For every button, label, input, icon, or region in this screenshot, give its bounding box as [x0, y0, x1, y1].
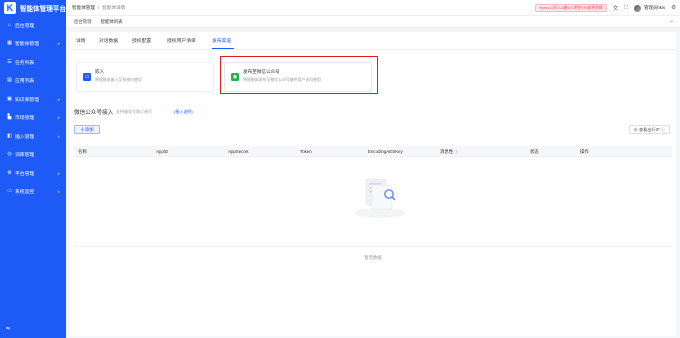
sidebar-item-backend[interactable]: ⌂ 后台管理 — [0, 16, 66, 35]
settings-icon[interactable]: ⚙ — [671, 5, 676, 11]
chevron-down-icon: ∨ — [57, 189, 60, 195]
sidebar-item-label: 平台管理 — [15, 171, 35, 177]
sidebar-item-label: 插入管理 — [15, 134, 35, 140]
key-expiry-badge[interactable]: Kymo11开OJ4匿571密钥计4前将到期 — [535, 4, 607, 12]
home-icon: ⌂ — [7, 21, 12, 28]
sidebar-item-label: 市场管理 — [15, 116, 35, 122]
app-name: 智能体管理平台 — [19, 6, 66, 13]
tab-auth-users[interactable]: 授权用户清单 — [167, 37, 196, 44]
column-header-token: Token — [300, 149, 312, 154]
sidebar-item-monitor[interactable]: ▭ 系统监控 ∨ — [0, 183, 66, 202]
ip-icon: ⊕ — [633, 127, 638, 132]
sidebar-item-knowledge[interactable]: ▣ 知识库管理 ∨ — [0, 90, 66, 109]
column-header-encodingaeskey: EncodingAESKey — [368, 149, 403, 154]
sidebar-item-tasks[interactable]: ☰ 任务列表 — [0, 53, 66, 72]
book-icon: ▣ — [7, 95, 12, 102]
lexicon-icon: ◎ — [7, 151, 12, 158]
embed-option-card[interactable]: ▭ 嵌入 将智能体嵌入至系统内使用 — [76, 62, 214, 92]
wechat-icon: ◉ — [231, 73, 239, 81]
monitor-icon: ▭ — [7, 188, 12, 195]
translate-icon[interactable]: 文 — [613, 4, 619, 12]
page-tab-agent-list[interactable]: 智能体列表 — [98, 19, 126, 25]
table-header: 名称 AppID AppSecret Token EncodingAESKey … — [74, 146, 672, 157]
column-header-status: 状态 — [530, 149, 539, 154]
topbar: 智能体管理 / 智能体详情 Kymo11开OJ4匿571密钥计4前将到期 文 ⛶ 管… — [66, 0, 680, 16]
list-icon: ☰ — [7, 58, 12, 65]
column-header-message: 消息性ⓘ — [440, 149, 458, 155]
table-empty-state: 暂无数据 — [74, 157, 672, 260]
sidebar-item-apps[interactable]: ▤ 应用列表 — [0, 72, 66, 91]
integration-guide-link[interactable]: (接入说明) — [174, 109, 193, 115]
wechat-publish-option-card[interactable]: ◉ 发布至微信公众号 将智能体发布至微信公众号端供用户访问使用 — [224, 62, 372, 92]
sidebar-item-platform[interactable]: ⚙ 平台管理 ∨ — [0, 164, 66, 183]
sidebar-item-plugins[interactable]: ◧ 插入管理 ∨ — [0, 127, 66, 146]
tab-conversation-data[interactable]: 对话数据 — [99, 37, 118, 44]
detail-tabs: 详情 对话数据 授权配置 授权用户清单 发布渠道 — [70, 32, 676, 50]
sidebar-item-label: 系统监控 — [15, 190, 35, 196]
sidebar-item-lexicon[interactable]: ◎ 词库管理 — [0, 146, 66, 165]
breadcrumb: 智能体管理 / 智能体详情 — [66, 5, 125, 11]
option-description: 将智能体发布至微信公众号端供用户访问使用 — [243, 77, 321, 82]
view-outbound-ip-button[interactable]: ⊕ 查看出行IP ⓘ — [628, 125, 670, 134]
chevron-down-icon: ∨ — [57, 96, 60, 102]
logo-mark-icon: K — [4, 2, 16, 14]
option-description: 将智能体嵌入至系统内使用 — [95, 77, 142, 82]
sidebar-item-label: 应用列表 — [15, 79, 35, 85]
integration-guide-link-label: 接入说明 — [175, 109, 192, 114]
topbar-actions: Kymo11开OJ4匿571密钥计4前将到期 文 ⛶ 管理员hkis ⚙ — [535, 3, 676, 13]
section-title: 微信公众号接入 — [74, 110, 114, 116]
fullscreen-icon[interactable]: ⛶ — [624, 5, 628, 12]
grid-icon: ▦ — [7, 40, 12, 47]
sidebar-item-label: 知识库管理 — [15, 97, 39, 103]
option-title: 发布至微信公众号 — [243, 69, 280, 74]
sidebar: K 智能体管理平台 ⌂ 后台管理 ▦ 智能体管理 ∨ ☰ 任务列表 ▤ 应用列表… — [0, 0, 66, 338]
embed-icon: ▭ — [83, 73, 91, 81]
active-tab-indicator — [212, 48, 234, 50]
collapse-sidebar-icon[interactable]: ⇆ — [6, 326, 10, 332]
column-header-message-label: 消息性 — [440, 149, 454, 154]
empty-text: 暂无数据 — [364, 255, 382, 260]
sidebar-item-label: 后台管理 — [15, 23, 35, 29]
chevron-down-icon: ∨ — [57, 115, 60, 121]
sidebar-item-agents[interactable]: ▦ 智能体管理 ∨ — [0, 35, 66, 54]
main-area: 详情 对话数据 授权配置 授权用户清单 发布渠道 ▭ 嵌入 将智能体嵌入至系统内… — [66, 28, 680, 338]
view-outbound-ip-label: 查看出行IP — [638, 127, 660, 132]
plugin-icon: ◧ — [7, 132, 12, 139]
sidebar-menu: ⌂ 后台管理 ▦ 智能体管理 ∨ ☰ 任务列表 ▤ 应用列表 ▣ 知识库管理 ∨… — [0, 16, 66, 201]
chevron-down-icon: ∨ — [57, 133, 60, 139]
sidebar-item-label: 词库管理 — [15, 153, 35, 159]
tab-auth-config[interactable]: 授权配置 — [132, 37, 151, 44]
content-card: 详情 对话数据 授权配置 授权用户清单 发布渠道 ▭ 嵌入 将智能体嵌入至系统内… — [70, 32, 676, 336]
sidebar-item-market[interactable]: ▙ 市场管理 ∨ — [0, 109, 66, 128]
page-tab-bar: 后台管理 智能体列表 ⌄ — [66, 16, 680, 28]
column-header-name: 名称 — [78, 149, 87, 154]
empty-data-illustration — [354, 178, 406, 218]
breadcrumb-item-agents[interactable]: 智能体管理 — [72, 5, 95, 10]
column-header-appsecret: AppSecret — [228, 149, 249, 154]
shop-icon: ▙ — [7, 114, 12, 121]
option-title: 嵌入 — [95, 69, 105, 74]
column-header-appid: AppID — [156, 149, 169, 154]
chevron-down-icon: ∨ — [57, 170, 60, 176]
breadcrumb-item-current: 智能体详情 — [102, 4, 126, 10]
add-button[interactable]: 十添加 — [74, 125, 100, 134]
apps-icon: ▤ — [7, 77, 12, 84]
tab-publish-channels[interactable]: 发布渠道 — [212, 37, 231, 44]
sidebar-item-label: 任务列表 — [15, 60, 35, 66]
chevron-down-icon: ∨ — [57, 41, 60, 47]
info-icon[interactable]: ⓘ — [454, 150, 458, 154]
sidebar-item-label: 智能体管理 — [15, 42, 39, 48]
gear-icon: ⚙ — [7, 169, 12, 176]
section-hint: 支持服务号和订阅号 — [116, 109, 152, 114]
avatar[interactable] — [634, 4, 642, 12]
tab-details[interactable]: 详情 — [76, 37, 86, 44]
username[interactable]: 管理员hkis — [644, 5, 665, 11]
breadcrumb-separator: / — [97, 4, 100, 10]
page-tab-backend[interactable]: 后台管理 — [71, 19, 95, 25]
chevron-down-icon[interactable]: ⌄ — [670, 18, 674, 24]
help-icon: ⓘ — [660, 127, 665, 132]
column-header-actions: 操作 — [580, 149, 589, 154]
app-logo[interactable]: K 智能体管理平台 — [0, 0, 66, 16]
